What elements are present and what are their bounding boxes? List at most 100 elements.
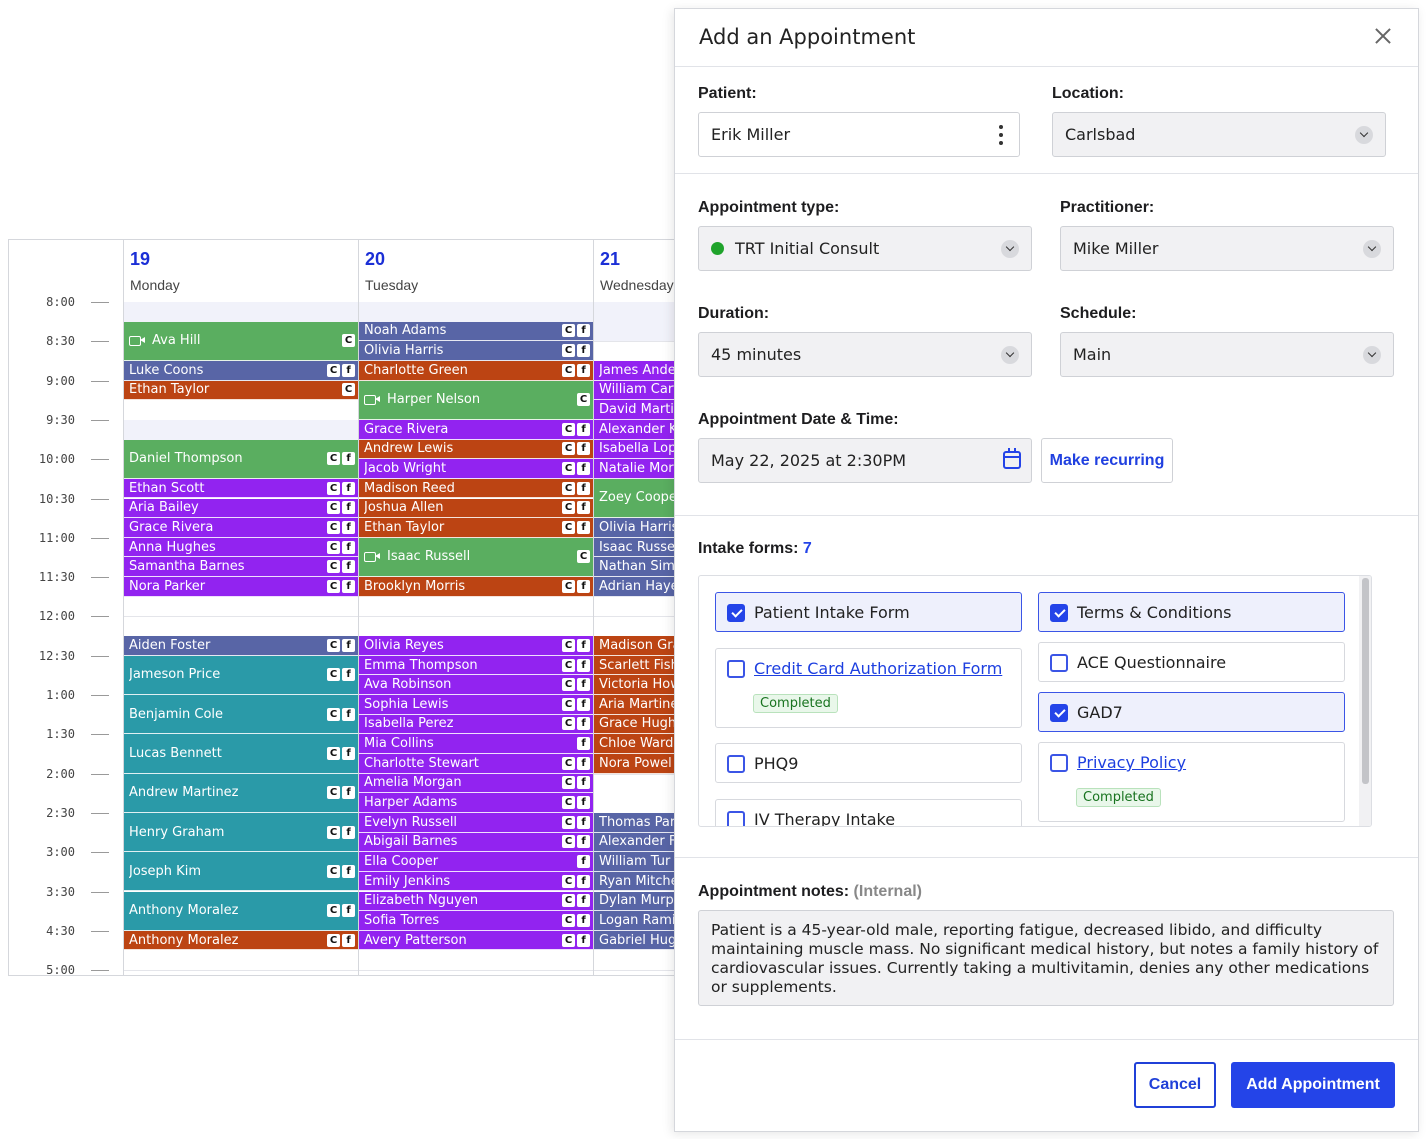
appointment-badges: Cf: [327, 864, 358, 878]
appointment-block[interactable]: Ethan Scott Cf: [124, 478, 358, 499]
appointment-block[interactable]: Nora Parker Cf: [124, 577, 358, 597]
consult-badge-icon: C: [327, 481, 340, 495]
checkbox[interactable]: [1050, 603, 1068, 622]
appointment-block[interactable]: Olivia Harris Cf: [359, 341, 593, 361]
appointment-block[interactable]: Henry Graham Cf: [124, 812, 358, 853]
appointment-badges: Cf: [327, 579, 358, 593]
form-badge-icon: f: [577, 835, 590, 849]
scrollbar-thumb[interactable]: [1362, 578, 1369, 784]
intake-forms-list[interactable]: Patient Intake Form Terms & Conditions C…: [698, 575, 1372, 827]
appointment-block[interactable]: Grace Rivera Cf: [359, 419, 593, 440]
appointment-block[interactable]: Aiden Foster Cf: [124, 636, 358, 656]
checkbox[interactable]: [727, 754, 745, 773]
form-item-phq9[interactable]: PHQ9: [715, 743, 1022, 783]
location-select[interactable]: Carlsbad: [1052, 112, 1386, 157]
form-link[interactable]: Credit Card Authorization Form: [754, 659, 1002, 678]
appointment-block[interactable]: Ella Cooper f: [359, 852, 593, 872]
appointment-block[interactable]: Anna Hughes Cf: [124, 537, 358, 558]
duration-select[interactable]: 45 minutes: [698, 332, 1032, 377]
day-column-tuesday[interactable]: Noah Adams Cf Olivia Harris Cf Charlotte Gre…: [358, 302, 593, 975]
patient-field[interactable]: Erik Miller: [698, 112, 1020, 157]
cancel-button[interactable]: Cancel: [1134, 1062, 1216, 1108]
consult-badge-icon: C: [562, 442, 575, 456]
appointment-block[interactable]: Sophia Lewis Cf: [359, 695, 593, 715]
form-item-privacy[interactable]: Privacy Policy Completed: [1038, 742, 1345, 822]
add-appointment-button[interactable]: Add Appointment: [1231, 1062, 1395, 1108]
appointment-block[interactable]: Evelyn Russell Cf: [359, 812, 593, 833]
appointment-block[interactable]: Avery Patterson Cf: [359, 930, 593, 951]
schedule-select[interactable]: Main: [1060, 332, 1394, 377]
day-name: Wednesday: [600, 277, 674, 293]
day-header-tuesday[interactable]: 20 Tuesday: [358, 240, 593, 302]
appointment-block[interactable]: Olivia Reyes Cf: [359, 636, 593, 656]
checkbox[interactable]: [727, 659, 745, 678]
appointment-block[interactable]: Emma Thompson Cf: [359, 655, 593, 676]
checkbox[interactable]: [1050, 703, 1068, 722]
appointment-block[interactable]: Joshua Allen Cf: [359, 498, 593, 519]
checkbox[interactable]: [1050, 753, 1068, 772]
more-options-icon[interactable]: [999, 125, 1003, 145]
appointment-block[interactable]: Ethan Taylor C: [124, 380, 358, 401]
appointment-block[interactable]: Madison Reed Cf: [359, 478, 593, 499]
appointment-block[interactable]: Charlotte Green Cf: [359, 360, 593, 381]
appointment-block[interactable]: Noah Adams Cf: [359, 321, 593, 342]
appointment-type-label: Appointment type:: [698, 199, 840, 216]
make-recurring-button[interactable]: Make recurring: [1041, 438, 1173, 483]
form-item-terms[interactable]: Terms & Conditions: [1038, 592, 1345, 632]
practitioner-select[interactable]: Mike Miller: [1060, 226, 1394, 271]
appointment-block[interactable]: Ethan Taylor Cf: [359, 518, 593, 538]
appointment-block[interactable]: Mia Collins f: [359, 734, 593, 754]
appointment-block[interactable]: Grace Rivera Cf: [124, 518, 358, 538]
appointment-block[interactable]: Jacob Wright Cf: [359, 459, 593, 479]
appointment-block[interactable]: Daniel Thompson Cf: [124, 439, 358, 479]
appointment-block[interactable]: Sofia Torres Cf: [359, 911, 593, 931]
form-item-patient-intake[interactable]: Patient Intake Form: [715, 592, 1022, 632]
form-item-iv-therapy[interactable]: IV Therapy Intake: [715, 799, 1022, 826]
appointment-block[interactable]: Harper Adams Cf: [359, 793, 593, 813]
scrollbar[interactable]: [1359, 576, 1371, 826]
appointment-block[interactable]: Harper Nelson C: [359, 380, 593, 420]
appointment-badges: Cf: [327, 560, 358, 574]
day-column-monday[interactable]: Ava Hill C Luke Coons Cf Ethan Taylor C Daniel…: [123, 302, 358, 975]
notes-textarea[interactable]: Patient is a 45-year-old male, reporting…: [698, 910, 1394, 1006]
appointment-block[interactable]: Luke Coons Cf: [124, 360, 358, 381]
appointment-block[interactable]: Ava Hill C: [124, 321, 358, 361]
appointment-type-value: TRT Initial Consult: [735, 239, 880, 258]
appointment-block[interactable]: Isaac Russell C: [359, 537, 593, 578]
appointment-type-select[interactable]: TRT Initial Consult: [698, 226, 1032, 271]
form-item-credit-card[interactable]: Credit Card Authorization Form Completed: [715, 648, 1022, 728]
appointment-block[interactable]: Aria Bailey Cf: [124, 498, 358, 519]
appointment-block[interactable]: Lucas Bennett Cf: [124, 734, 358, 774]
appointment-patient-name: Amelia Morgan: [364, 775, 462, 791]
appointment-block[interactable]: Elizabeth Nguyen Cf: [359, 891, 593, 912]
form-link[interactable]: Privacy Policy: [1077, 753, 1186, 772]
checkbox[interactable]: [727, 810, 745, 826]
appointment-patient-name: Harper Nelson: [387, 392, 481, 408]
appointment-block[interactable]: Andrew Martinez Cf: [124, 773, 358, 813]
appointment-block[interactable]: Anthony Moralez Cf: [124, 891, 358, 931]
checkbox[interactable]: [727, 603, 745, 622]
appointment-block[interactable]: Abigail Barnes Cf: [359, 832, 593, 853]
form-item-ace[interactable]: ACE Questionnaire: [1038, 642, 1345, 682]
calendar-icon[interactable]: [1003, 448, 1021, 469]
consult-badge-icon: C: [327, 540, 340, 554]
consult-badge-icon: C: [562, 579, 575, 593]
appointment-block[interactable]: Samantha Barnes Cf: [124, 557, 358, 578]
day-header-monday[interactable]: 19 Monday: [123, 240, 358, 302]
appointment-block[interactable]: Benjamin Cole Cf: [124, 695, 358, 735]
appointment-block[interactable]: Andrew Lewis Cf: [359, 439, 593, 460]
appointment-block[interactable]: Ava Robinson Cf: [359, 675, 593, 695]
appointment-block[interactable]: Brooklyn Morris Cf: [359, 577, 593, 597]
appointment-block[interactable]: Jameson Price Cf: [124, 655, 358, 695]
appointment-block[interactable]: Amelia Morgan Cf: [359, 773, 593, 794]
appointment-block[interactable]: Joseph Kim Cf: [124, 852, 358, 892]
checkbox[interactable]: [1050, 653, 1068, 672]
appointment-block[interactable]: Emily Jenkins Cf: [359, 871, 593, 892]
appointment-block[interactable]: Anthony Moralez Cf: [124, 930, 358, 951]
consult-badge-icon: C: [577, 393, 590, 407]
appointment-block[interactable]: Charlotte Stewart Cf: [359, 753, 593, 774]
appointment-block[interactable]: Isabella Perez Cf: [359, 714, 593, 735]
close-icon[interactable]: [1371, 24, 1395, 48]
form-item-gad7[interactable]: GAD7: [1038, 692, 1345, 732]
datetime-field[interactable]: May 22, 2025 at 2:30PM: [698, 438, 1032, 483]
